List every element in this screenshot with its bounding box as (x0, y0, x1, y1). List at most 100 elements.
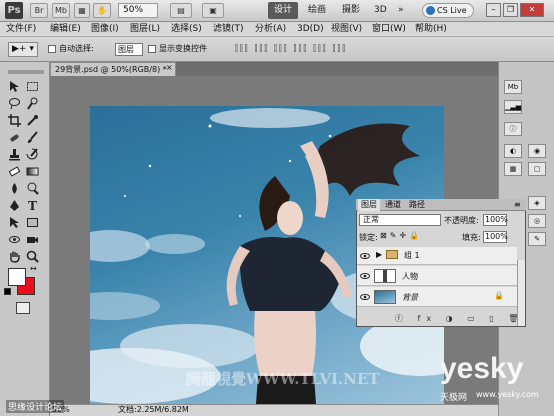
histogram-panel-icon[interactable]: ▁▃▅ (504, 100, 522, 114)
autoselect-checkbox[interactable] (48, 45, 56, 53)
move-tool-icon[interactable] (8, 80, 21, 93)
menu-help[interactable]: 帮助(H) (415, 22, 447, 37)
crop-tool-icon[interactable] (8, 114, 21, 127)
layer-name: 人物 (402, 272, 418, 281)
eyedropper-tool-icon[interactable] (26, 114, 39, 127)
tool-preset-picker[interactable]: ▶+ ▾ (8, 42, 38, 57)
group-expand-icon[interactable]: ▶ (376, 250, 382, 259)
tab-channels[interactable]: 通道 (382, 199, 404, 211)
blur-tool-icon[interactable] (8, 182, 21, 195)
menu-view[interactable]: 视图(V) (331, 22, 362, 37)
marquee-tool-icon[interactable] (26, 80, 39, 93)
photoshop-logo: Ps (5, 2, 23, 19)
foreground-color-swatch[interactable] (8, 268, 26, 286)
hand-tool-icon[interactable] (8, 250, 21, 263)
menu-analysis[interactable]: 分析(A) (255, 22, 286, 37)
adjustments-panel-icon[interactable]: ◉ (528, 144, 546, 158)
visibility-eye-icon[interactable] (360, 252, 370, 260)
menu-filter[interactable]: 滤镜(T) (213, 22, 244, 37)
history-brush-tool-icon[interactable] (26, 148, 39, 161)
layers-panel-icon[interactable]: ◈ (528, 196, 546, 210)
menu-3d[interactable]: 3D(D) (297, 22, 324, 37)
svg-text:T: T (28, 199, 37, 212)
quick-selection-tool-icon[interactable] (26, 97, 39, 110)
shape-tool-icon[interactable] (26, 216, 39, 229)
tlvi-watermark: 腾龍視覺WWW.TLVI.NET (186, 370, 380, 388)
layer-thumbnail (374, 290, 396, 304)
hand-tool-icon[interactable]: ✋ (93, 3, 111, 18)
show-transform-label: 显示变换控件 (159, 44, 207, 53)
path-selection-tool-icon[interactable] (8, 216, 21, 229)
visibility-eye-icon[interactable] (360, 272, 370, 280)
layers-scrollbar[interactable] (517, 260, 525, 326)
quick-mask-icon[interactable] (16, 302, 30, 314)
restore-icon[interactable]: ❐ (503, 3, 518, 17)
screen-mode-icon[interactable]: ▣ (202, 3, 224, 18)
workspace-painting-button[interactable]: 绘画 (308, 2, 326, 19)
dodge-tool-icon[interactable] (26, 182, 39, 195)
type-tool-icon[interactable]: T (26, 199, 39, 212)
gradient-tool-icon[interactable] (26, 165, 39, 178)
clone-stamp-tool-icon[interactable] (8, 148, 21, 161)
channels-panel-icon[interactable]: ◎ (528, 214, 546, 228)
layer-thumbnail (374, 269, 396, 283)
healing-brush-tool-icon[interactable] (8, 131, 21, 144)
minibridge-icon[interactable]: Mb (52, 3, 70, 18)
show-transform-checkbox[interactable] (148, 45, 156, 53)
menu-edit[interactable]: 编辑(E) (50, 22, 81, 37)
eraser-tool-icon[interactable] (8, 165, 21, 178)
brush-tool-icon[interactable] (26, 131, 39, 144)
opacity-input[interactable]: 100% (483, 214, 508, 226)
swatches-panel-icon[interactable]: ▦ (504, 162, 522, 176)
autoselect-dropdown[interactable]: 图层 (115, 43, 143, 56)
lock-icons[interactable]: ⊠✎✛🔒 (380, 231, 422, 240)
tab-paths[interactable]: 路径 (406, 199, 428, 211)
cs-live-icon (426, 6, 435, 15)
layer-actions-icons[interactable]: ⓕ fx ◑ ▭ ▯ 🗑 (395, 313, 524, 324)
info-panel-icon[interactable]: ⓘ (504, 122, 522, 136)
minibridge-panel-icon[interactable]: Mb (504, 80, 522, 94)
visibility-eye-icon[interactable] (360, 293, 370, 301)
bridge-icon[interactable]: Br (30, 3, 48, 18)
status-doc-size: 文档:2.25M/6.82M (118, 405, 189, 414)
arrange-documents-icon[interactable]: ▤ (170, 3, 192, 18)
menu-select[interactable]: 选择(S) (171, 22, 202, 37)
missyuan-watermark: 思缘设计论坛 (6, 400, 65, 413)
blend-mode-select[interactable]: 正常 (359, 214, 441, 226)
zoom-tool-icon[interactable] (26, 250, 39, 263)
align-icons[interactable]: ⫿⫿⫿ ⫿⫿⫿ ⫿⫿⫿ ⫿⫿⫿ ⫿⫿⫿ ⫿⫿⫿ (235, 44, 347, 54)
menu-image[interactable]: 图像(I) (91, 22, 119, 37)
panel-menu-icon[interactable]: ≡ (514, 200, 521, 209)
workspace-more-icon[interactable]: » (398, 2, 404, 19)
fill-input[interactable]: 100% (483, 231, 508, 243)
guides-icon[interactable]: ▦ (74, 3, 90, 18)
menu-window[interactable]: 窗口(W) (372, 22, 406, 37)
3d-rotate-tool-icon[interactable] (8, 233, 21, 246)
3d-camera-tool-icon[interactable] (26, 233, 39, 246)
swap-colors-icon[interactable]: ↔ (30, 264, 37, 273)
pen-tool-icon[interactable] (8, 199, 21, 212)
tools-panel-grip[interactable] (8, 70, 44, 74)
folder-icon (386, 250, 398, 259)
layer-name: 组 1 (404, 251, 420, 260)
fill-label: 填充: (462, 233, 481, 242)
lock-label: 锁定: (359, 233, 378, 242)
workspace-3d-button[interactable]: 3D (374, 2, 387, 19)
document-tab[interactable]: 29背景.psd @ 50%(RGB/8) * (50, 62, 176, 76)
close-icon[interactable]: ✕ (520, 3, 544, 17)
paths-panel-icon[interactable]: ✎ (528, 232, 546, 246)
document-close-icon[interactable]: × (166, 63, 173, 72)
default-colors-icon[interactable] (4, 288, 11, 295)
lasso-tool-icon[interactable] (8, 97, 21, 110)
workspace-design-button[interactable]: 设计 (268, 2, 298, 19)
minimize-icon[interactable]: – (486, 3, 501, 17)
layer-name: 背景 (402, 293, 418, 302)
yesky-sub: 天极网 (440, 393, 468, 403)
zoom-level-select[interactable]: 50% (118, 3, 158, 18)
menu-layer[interactable]: 图层(L) (130, 22, 160, 37)
tab-layers[interactable]: 图层 (358, 199, 380, 211)
workspace-photo-button[interactable]: 摄影 (342, 2, 360, 19)
menu-file[interactable]: 文件(F) (6, 22, 36, 37)
masks-panel-icon[interactable]: ▢ (528, 162, 546, 176)
color-panel-icon[interactable]: ◐ (504, 144, 522, 158)
